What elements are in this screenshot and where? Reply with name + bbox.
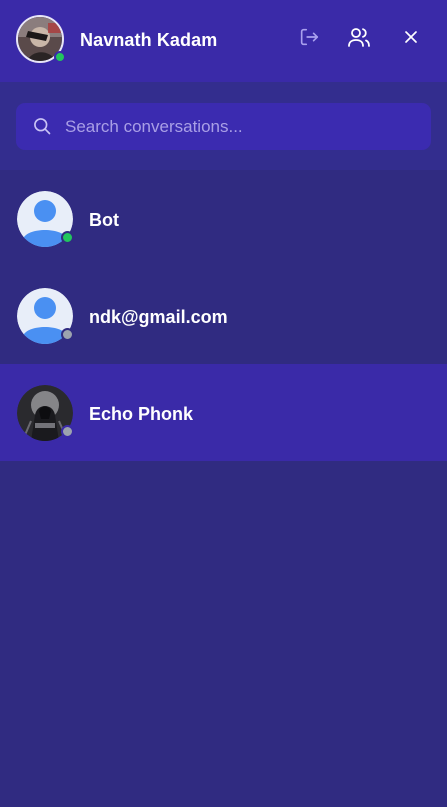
offline-status-dot (61, 328, 74, 341)
conversation-name: ndk@gmail.com (89, 307, 228, 327)
search-section (0, 82, 447, 170)
conversation-name: Bot (89, 210, 119, 230)
sidebar-header: Navnath Kadam (0, 0, 447, 82)
conversation-avatar (17, 385, 74, 441)
chat-sidebar: Navnath Kadam Search conversations... Bo… (0, 0, 447, 807)
offline-status-dot (61, 425, 74, 438)
current-user-avatar[interactable] (16, 15, 66, 63)
search-input[interactable] (65, 103, 415, 150)
users-icon (347, 25, 371, 54)
conversation-item[interactable]: ndk@gmail.com (0, 267, 447, 364)
logout-button[interactable] (294, 24, 324, 54)
conversation-avatar (17, 288, 74, 344)
conversation-name: Echo Phonk (89, 404, 194, 424)
conversation-item[interactable]: Bot (0, 170, 447, 267)
users-button[interactable] (344, 24, 374, 54)
logout-icon (298, 26, 320, 53)
search-icon (32, 116, 52, 136)
close-button[interactable] (396, 24, 426, 54)
conversation-list: Bot ndk@gmail.com Echo Phonk (0, 170, 447, 461)
online-status-dot (61, 231, 74, 244)
close-icon (401, 27, 421, 52)
conversation-item-active[interactable]: Echo Phonk (0, 364, 447, 461)
current-user-name: Navnath Kadam (80, 30, 218, 50)
online-status-dot (54, 51, 66, 63)
conversation-avatar (17, 191, 74, 247)
search-box[interactable] (16, 103, 431, 150)
